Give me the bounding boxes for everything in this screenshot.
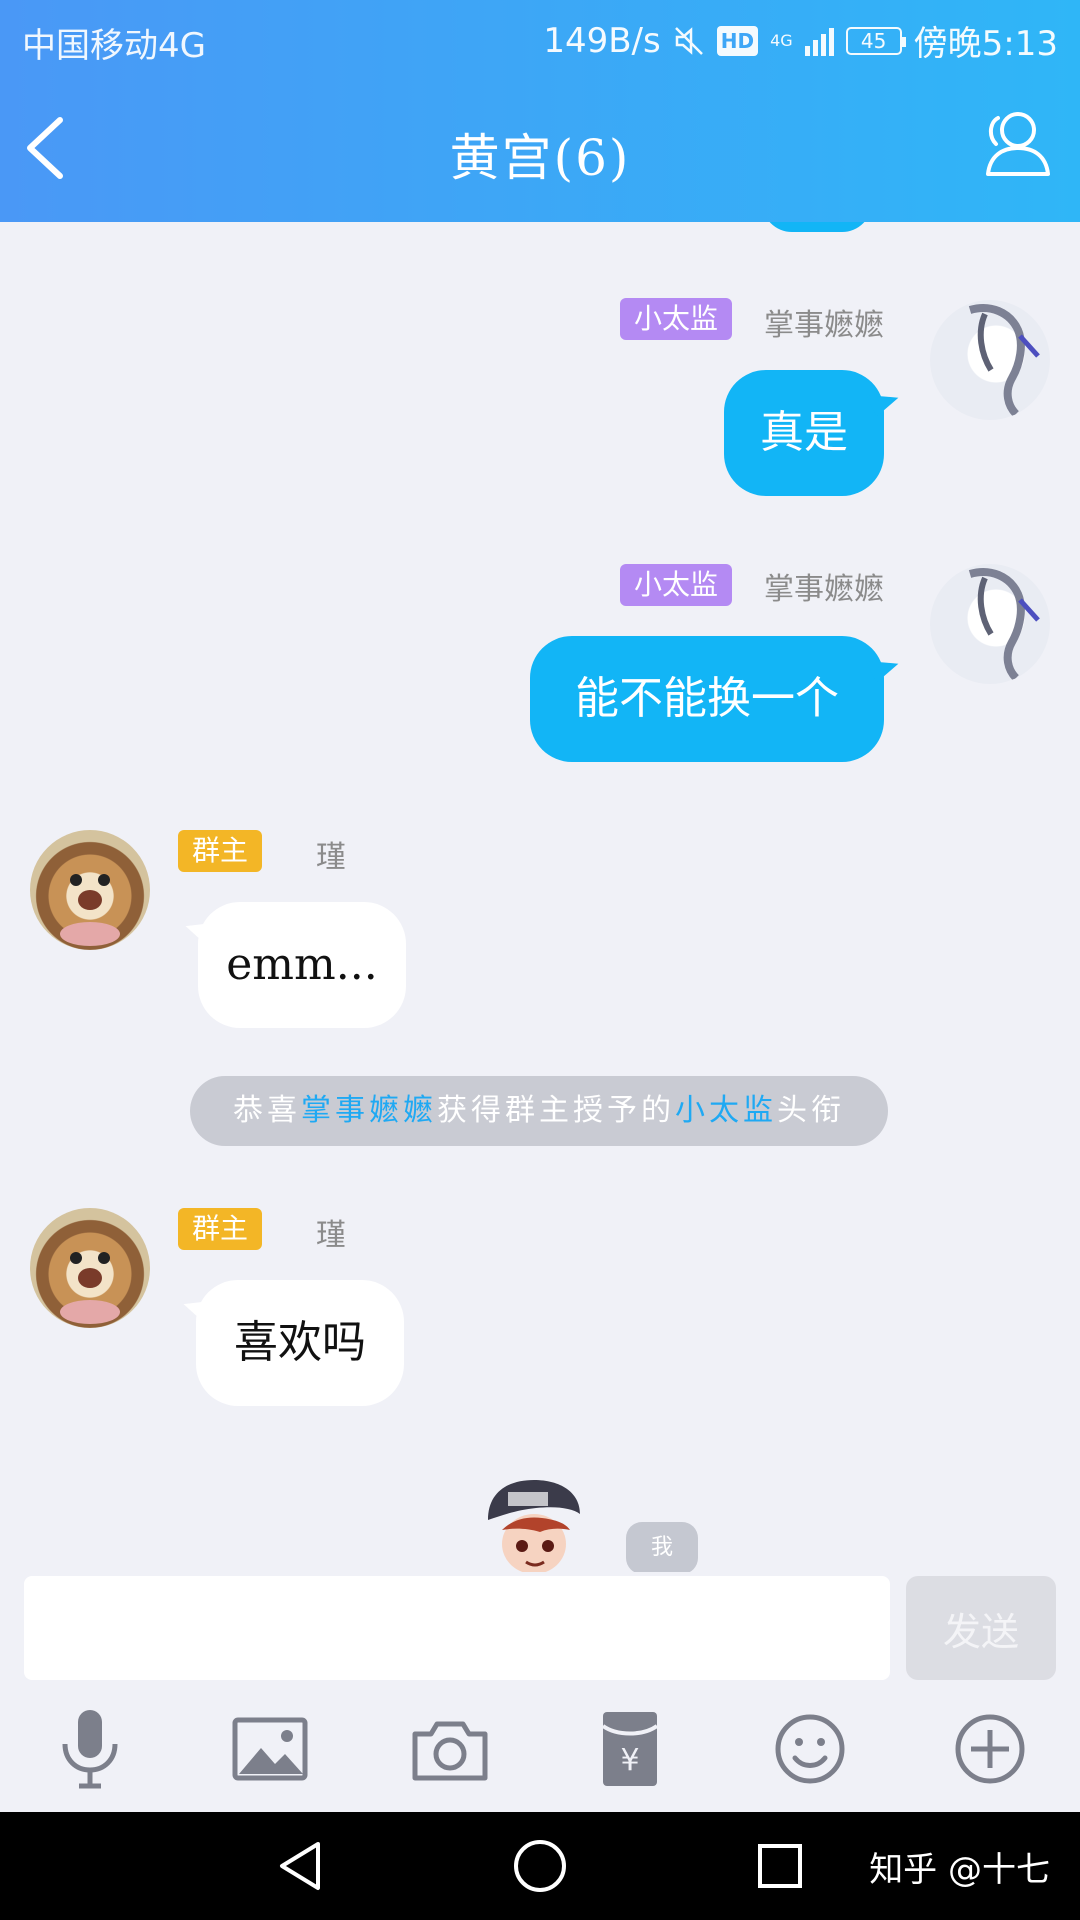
plus-icon[interactable] (945, 1704, 1035, 1794)
camera-icon[interactable] (405, 1704, 495, 1794)
status-indicators: 149B/s HD 4G 45 傍晚5:13 (543, 16, 1058, 65)
system-nav-bar: 知乎 @十七 (0, 1812, 1080, 1920)
carrier-label: 中国移动4G (22, 26, 206, 66)
network-type: 4G (770, 30, 793, 50)
notice-suffix: 头衔 (777, 1093, 845, 1128)
me-label: 我 (626, 1522, 698, 1572)
nav-home-icon[interactable] (510, 1836, 570, 1896)
sender-nickname: 瑾 (316, 1218, 346, 1253)
input-bar: 发送 (0, 1572, 1080, 1680)
avatar-girl-icon (968, 304, 1040, 417)
sender-nickname: 掌事嬷嬷 (764, 308, 884, 343)
image-icon[interactable] (225, 1704, 315, 1794)
clock: 傍晚5:13 (913, 24, 1058, 64)
notice-title-name: 小太监 (675, 1093, 777, 1128)
avatar[interactable] (930, 564, 1050, 684)
watermark: 知乎 @十七 (869, 1850, 1050, 1890)
message-bubble[interactable]: emm... (198, 902, 406, 1028)
notice-middle: 获得群主授予的 (437, 1093, 675, 1128)
hd-badge: HD (716, 25, 759, 56)
page-title: 黄宫(6) (449, 129, 631, 187)
message-input[interactable] (24, 1576, 890, 1680)
message-bubble[interactable]: 能不能换一个 (530, 636, 884, 762)
avatar[interactable] (30, 1208, 150, 1328)
status-bar: 中国移动4G 149B/s HD 4G 45 傍晚5:13 (0, 0, 1080, 78)
hamster-avatar-icon (60, 1252, 120, 1324)
input-toolbar: ¥ (0, 1690, 1080, 1812)
message-bubble[interactable]: 喜欢吗 (196, 1280, 404, 1406)
battery-icon: 45 (845, 26, 906, 55)
avatar[interactable] (30, 830, 150, 950)
member-title-tag: 小太监 (620, 298, 733, 340)
red-packet-icon[interactable]: ¥ (585, 1704, 675, 1794)
mute-icon (674, 26, 703, 55)
hamster-avatar-icon (60, 874, 120, 946)
message-bubble[interactable]: 真是 (724, 370, 884, 496)
sender-nickname: 掌事嬷嬷 (764, 572, 884, 607)
sender-nickname: 瑾 (316, 840, 346, 875)
network-speed: 149B/s (543, 20, 661, 61)
nav-back-icon[interactable] (272, 1836, 332, 1896)
notice-member-name[interactable]: 掌事嬷嬷 (301, 1093, 437, 1128)
signal-icon (804, 26, 834, 56)
group-owner-tag: 群主 (178, 830, 263, 872)
chat-header: 中国移动4G 149B/s HD 4G 45 傍晚5:13 黄宫(6) (0, 0, 1080, 222)
group-owner-tag: 群主 (178, 1208, 263, 1250)
chat-area[interactable]: 小太监 掌事嬷嬷 真是 小太监 掌事嬷嬷 能不能换一个 群主 瑾 emm... … (0, 222, 1080, 1572)
avatar-girl-icon (968, 568, 1040, 681)
nav-recents-icon[interactable] (750, 1836, 810, 1896)
svg-text:¥: ¥ (620, 1743, 639, 1778)
previous-bubble-edge (762, 222, 872, 232)
send-button[interactable]: 发送 (906, 1576, 1056, 1680)
microphone-icon[interactable] (45, 1704, 135, 1794)
emoji-icon[interactable] (765, 1704, 855, 1794)
cartoon-sticker-icon[interactable] (478, 1474, 588, 1572)
group-members-button[interactable] (976, 104, 1056, 184)
member-title-tag: 小太监 (620, 564, 733, 606)
avatar[interactable] (930, 300, 1050, 420)
system-notice: 恭喜掌事嬷嬷获得群主授予的小太监头衔 (190, 1076, 888, 1146)
notice-prefix: 恭喜 (233, 1093, 301, 1128)
